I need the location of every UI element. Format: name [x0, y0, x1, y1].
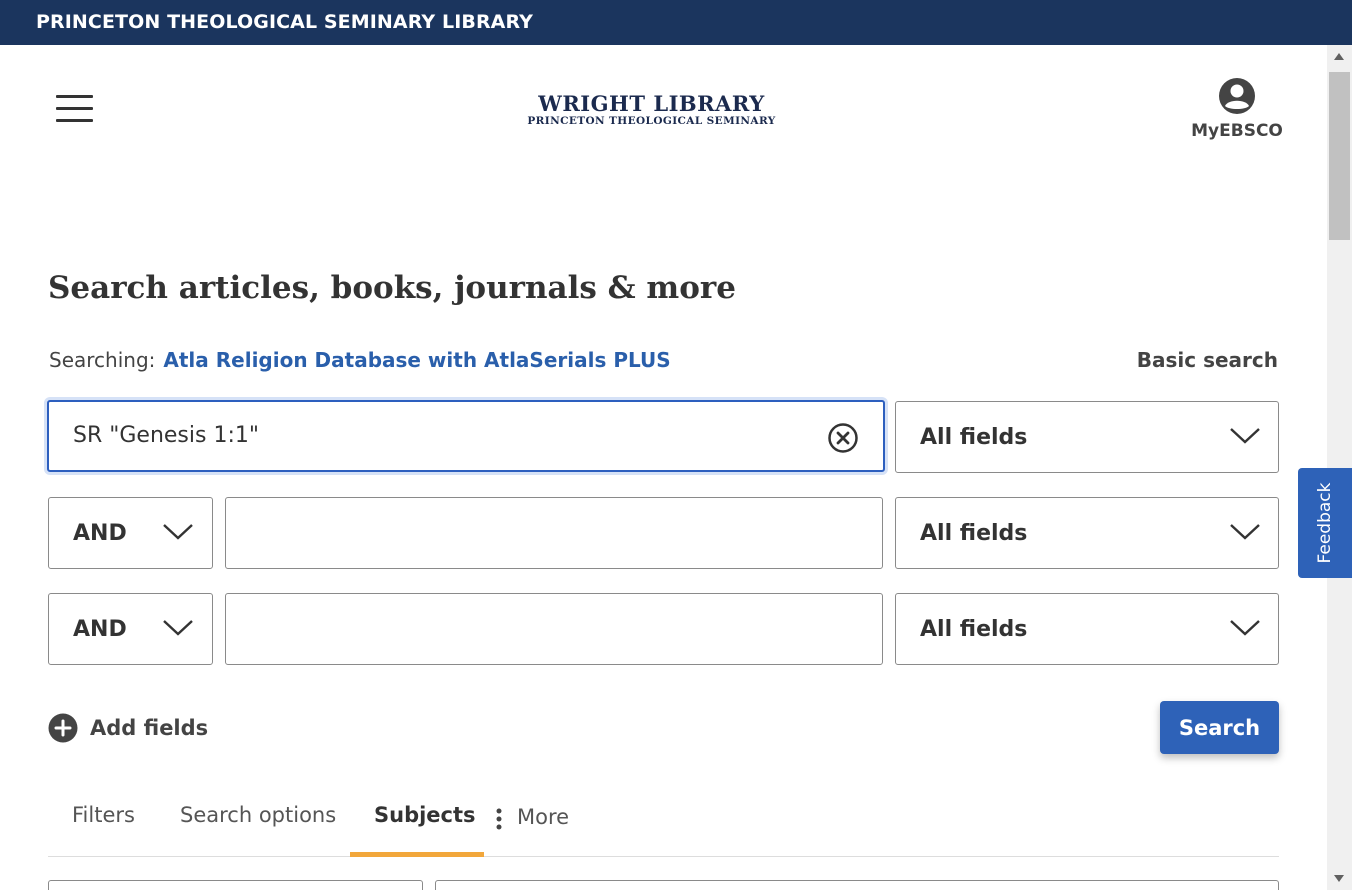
- more-vertical-icon[interactable]: [496, 807, 502, 831]
- logo-subtitle: PRINCETON THEOLOGICAL SEMINARY: [527, 115, 776, 127]
- feedback-label: Feedback: [1315, 482, 1335, 564]
- field-select-3[interactable]: All fields: [895, 593, 1279, 665]
- add-fields-label: Add fields: [90, 716, 209, 740]
- field-select-value: All fields: [920, 617, 1028, 642]
- menu-icon[interactable]: [56, 95, 94, 123]
- search-input-2[interactable]: [225, 497, 883, 569]
- tab-search-options[interactable]: Search options: [180, 803, 336, 827]
- add-fields-button[interactable]: Add fields: [48, 713, 208, 743]
- field-select-2[interactable]: All fields: [895, 497, 1279, 569]
- database-link[interactable]: Atla Religion Database with AtlaSerials …: [163, 348, 670, 372]
- scrollbar-thumb[interactable]: [1329, 72, 1350, 240]
- scroll-up-arrow-icon[interactable]: [1334, 53, 1344, 60]
- clear-icon[interactable]: [827, 422, 859, 454]
- basic-search-link[interactable]: Basic search: [1137, 348, 1278, 372]
- page-title: Search articles, books, journals & more: [48, 270, 736, 306]
- subjects-panel-left: [48, 880, 423, 890]
- myebsco-label: MyEBSCO: [1191, 121, 1283, 141]
- myebsco-account-button[interactable]: MyEBSCO: [1186, 77, 1288, 141]
- active-tab-indicator: [350, 852, 484, 857]
- field-select-value: All fields: [920, 521, 1028, 546]
- add-circle-icon: [48, 713, 78, 743]
- main-page: WRIGHT LIBRARY PRINCETON THEOLOGICAL SEM…: [0, 45, 1327, 890]
- options-tabs: Filters Search options Subjects More: [48, 795, 1279, 857]
- feedback-button[interactable]: Feedback: [1298, 468, 1352, 578]
- subjects-panel-right: [435, 880, 1279, 890]
- search-input-value: SR "Genesis 1:1": [73, 423, 259, 448]
- search-button[interactable]: Search: [1160, 701, 1279, 754]
- institution-banner: PRINCETON THEOLOGICAL SEMINARY LIBRARY: [0, 0, 1352, 45]
- chevron-down-icon: [163, 620, 193, 636]
- searching-line: Searching: Atla Religion Database with At…: [49, 348, 671, 372]
- field-select-value: All fields: [920, 425, 1028, 450]
- field-select-1[interactable]: All fields: [895, 401, 1279, 473]
- chevron-down-icon: [1230, 428, 1260, 444]
- chevron-down-icon: [1230, 620, 1260, 636]
- chevron-down-icon: [1230, 524, 1260, 540]
- chevron-down-icon: [163, 524, 193, 540]
- operator-value: AND: [73, 617, 127, 642]
- tab-subjects[interactable]: Subjects: [374, 803, 476, 827]
- tab-more[interactable]: More: [517, 805, 569, 829]
- library-logo[interactable]: WRIGHT LIBRARY PRINCETON THEOLOGICAL SEM…: [520, 89, 783, 127]
- account-circle-icon: [1219, 78, 1255, 114]
- search-input-3[interactable]: [225, 593, 883, 665]
- operator-select-3[interactable]: AND: [48, 593, 213, 665]
- operator-value: AND: [73, 521, 127, 546]
- tab-filters[interactable]: Filters: [72, 803, 135, 827]
- operator-select-2[interactable]: AND: [48, 497, 213, 569]
- scroll-down-arrow-icon[interactable]: [1334, 875, 1344, 882]
- searching-prefix: Searching:: [49, 348, 156, 372]
- search-input[interactable]: SR "Genesis 1:1": [47, 400, 885, 472]
